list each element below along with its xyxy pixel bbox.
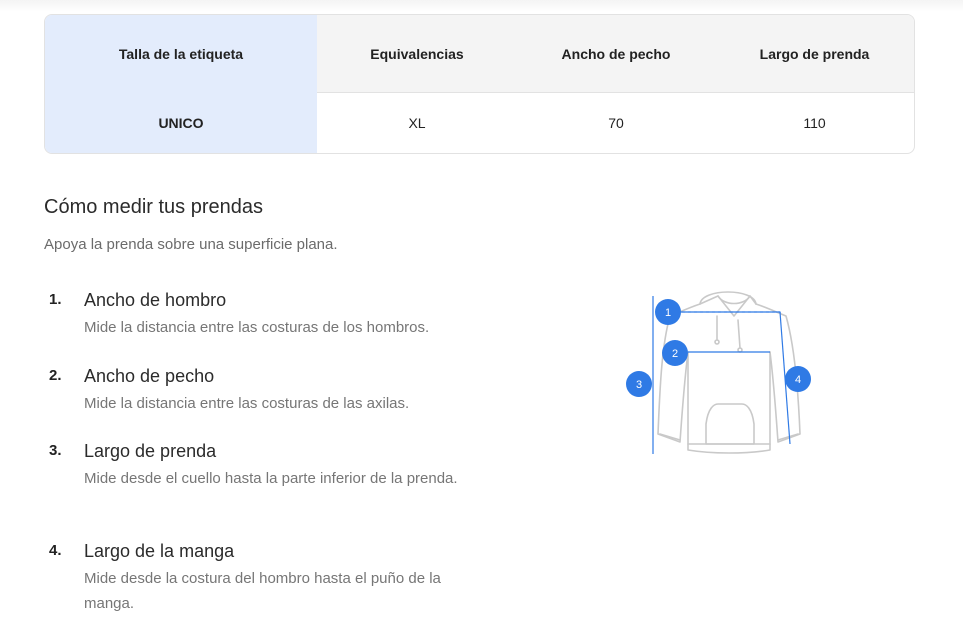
step-number: 4.	[49, 542, 62, 559]
hoodie-measurement-diagram: 1 2 3 4	[626, 291, 811, 454]
step-title: Ancho de hombro	[84, 290, 227, 310]
step-description: Mide la distancia entre las costuras de …	[84, 395, 410, 412]
header-size-label: Talla de la etiqueta	[118, 46, 244, 62]
step-description: Mide la distancia entre las costuras de …	[84, 319, 430, 336]
cell-garment-length: 110	[803, 115, 826, 131]
step-description: Mide desde la costura del hombro hasta e…	[84, 570, 441, 612]
marker-4-label: 4	[795, 374, 801, 386]
marker-1-label: 1	[665, 307, 671, 319]
cell-equivalence: XL	[408, 115, 426, 131]
size-table: Talla de la etiqueta Equivalencias Ancho…	[44, 14, 915, 154]
marker-1-icon: 1	[655, 299, 681, 325]
marker-4-icon: 4	[785, 366, 811, 392]
marker-2-icon: 2	[662, 340, 688, 366]
step-garment-length: 3. Largo de prenda Mide desde el cuello …	[44, 441, 484, 517]
top-shadow	[0, 0, 963, 12]
marker-2-label: 2	[672, 348, 678, 360]
step-number: 3.	[49, 442, 62, 459]
header-equivalences: Equivalencias	[370, 46, 464, 62]
marker-3-icon: 3	[626, 371, 652, 397]
step-title: Ancho de pecho	[84, 366, 215, 386]
guide-subtitle: Apoya la prenda sobre una superficie pla…	[44, 236, 338, 253]
step-sleeve-length: 4. Largo de la manga Mide desde la costu…	[44, 541, 484, 617]
step-title: Largo de prenda	[84, 441, 217, 461]
step-description: Mide desde el cuello hasta la parte infe…	[84, 470, 458, 487]
marker-3-label: 3	[636, 379, 642, 391]
step-chest-width: 2. Ancho de pecho Mide la distancia entr…	[44, 366, 484, 417]
guide-title: Cómo medir tus prendas	[44, 196, 263, 218]
step-number: 2.	[49, 367, 62, 384]
step-title: Largo de la manga	[84, 541, 235, 561]
header-chest-width: Ancho de pecho	[561, 46, 671, 62]
step-number: 1.	[49, 291, 62, 308]
cell-chest-width: 70	[608, 115, 624, 131]
step-shoulder-width: 1. Ancho de hombro Mide la distancia ent…	[44, 290, 484, 341]
cell-size: UNICO	[158, 115, 204, 131]
header-garment-length: Largo de prenda	[759, 46, 870, 62]
